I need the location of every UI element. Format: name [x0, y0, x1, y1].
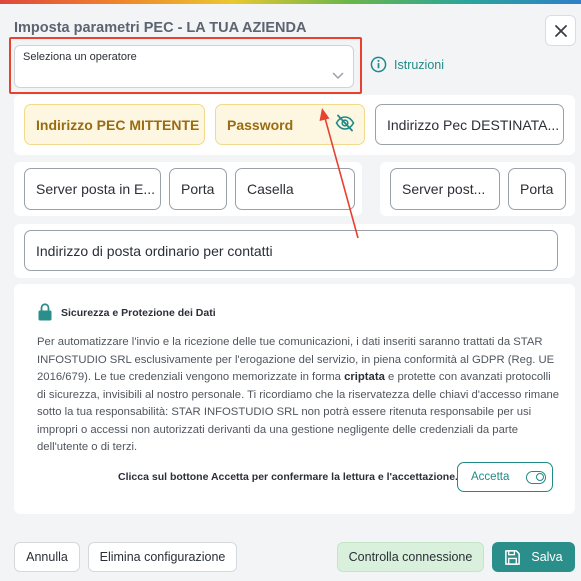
operator-placeholder: Seleziona un operatore: [23, 51, 137, 63]
check-connection-label: Controlla connessione: [348, 550, 473, 564]
mailbox-field[interactable]: Casella: [235, 168, 355, 210]
close-button[interactable]: [545, 15, 576, 46]
delete-config-label: Elimina configurazione: [99, 550, 226, 564]
chevron-down-icon: [332, 72, 344, 80]
outgoing-server-label: Server posta in E...: [36, 181, 156, 197]
info-icon: [370, 56, 387, 73]
save-button[interactable]: Salva: [492, 542, 575, 572]
recipient-pec-field[interactable]: Indirizzo Pec DESTINATA...: [375, 104, 564, 145]
security-body-text-2: e protette con avanzati protocolli di si…: [37, 371, 560, 453]
incoming-server-label: Server post...: [402, 181, 486, 197]
security-body-bold: criptata: [344, 371, 385, 383]
eye-off-icon[interactable]: [335, 114, 355, 132]
contact-email-label: Indirizzo di posta ordinario per contatt…: [36, 242, 273, 259]
incoming-port-field[interactable]: Porta: [508, 168, 566, 210]
top-color-stripe: [0, 0, 581, 4]
dialog-title: Imposta parametri PEC - LA TUA AZIENDA: [14, 20, 307, 36]
contact-email-field[interactable]: Indirizzo di posta ordinario per contatt…: [24, 230, 558, 271]
close-icon: [554, 24, 567, 37]
mailbox-label: Casella: [247, 181, 294, 197]
recipient-pec-label: Indirizzo Pec DESTINATA...: [387, 116, 560, 133]
save-label: Salva: [531, 550, 563, 564]
floppy-disk-icon: [505, 549, 521, 565]
sender-pec-label: Indirizzo PEC MITTENTE: [36, 116, 200, 133]
instructions-link[interactable]: Istruzioni: [370, 56, 444, 73]
cancel-button[interactable]: Annulla: [14, 542, 80, 572]
delete-config-button[interactable]: Elimina configurazione: [88, 542, 237, 572]
security-title: Sicurezza e Protezione dei Dati: [61, 307, 216, 319]
cancel-label: Annulla: [26, 550, 68, 564]
security-notice: Sicurezza e Protezione dei Dati Per auto…: [14, 284, 575, 514]
accept-button[interactable]: Accetta: [457, 462, 553, 492]
accept-label: Accetta: [471, 471, 510, 483]
outgoing-port-label: Porta: [181, 181, 215, 197]
password-label: Password: [227, 116, 294, 133]
security-body: Per automatizzare l'invio e la ricezione…: [37, 334, 562, 457]
toggle-icon: [526, 470, 547, 484]
outgoing-server-field[interactable]: Server posta in E...: [24, 168, 161, 210]
instructions-label: Istruzioni: [394, 57, 445, 72]
operator-select[interactable]: Seleziona un operatore: [14, 45, 354, 88]
sender-pec-field[interactable]: Indirizzo PEC MITTENTE: [24, 104, 205, 145]
outgoing-port-field[interactable]: Porta: [169, 168, 227, 210]
lock-icon: [38, 303, 52, 321]
accept-prompt: Clicca sul bottone Accetta per confermar…: [118, 471, 458, 483]
incoming-port-label: Porta: [520, 181, 554, 197]
check-connection-button[interactable]: Controlla connessione: [337, 542, 484, 572]
incoming-server-field[interactable]: Server post...: [390, 168, 500, 210]
